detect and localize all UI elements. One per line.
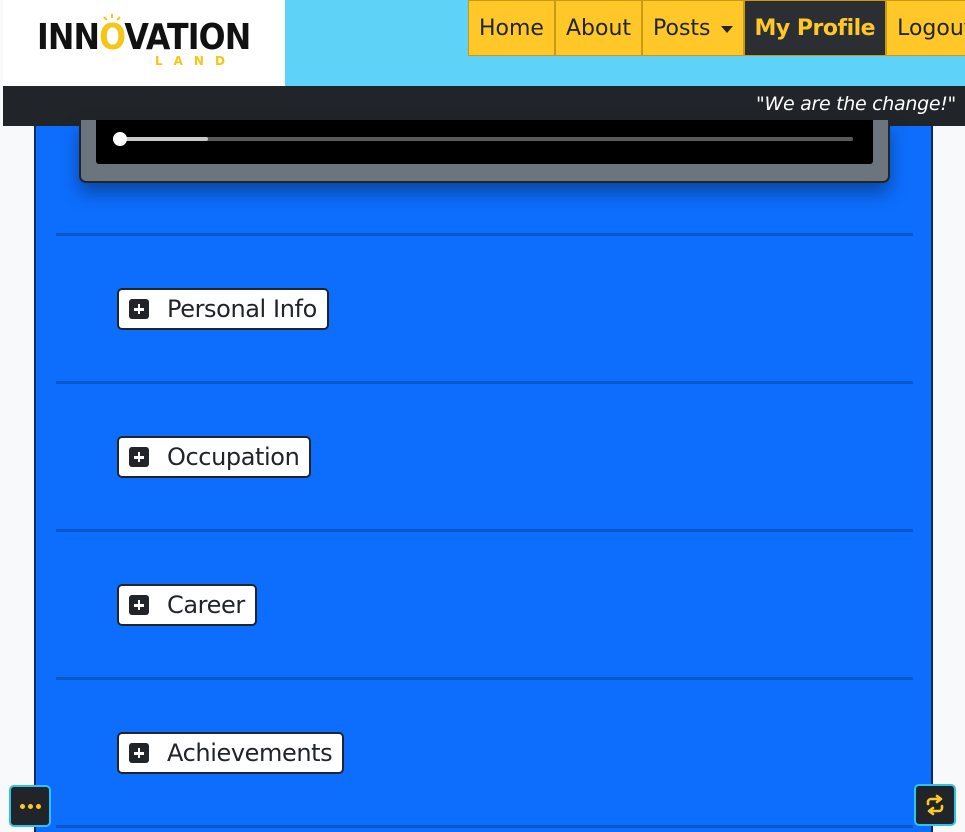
plus-square-icon <box>129 595 149 615</box>
section-label: Career <box>167 591 245 619</box>
occupation-toggle[interactable]: Occupation <box>117 436 312 478</box>
section-divider <box>56 529 913 532</box>
logo-wordmark: INNOVATION <box>37 17 251 58</box>
nav-home[interactable]: Home <box>468 0 555 56</box>
more-options-button[interactable] <box>9 785 51 827</box>
video-screen[interactable] <box>96 120 873 164</box>
plus-square-icon <box>129 447 149 467</box>
nav-label: About <box>565 15 632 41</box>
section-divider <box>56 825 913 828</box>
career-toggle[interactable]: Career <box>117 584 257 626</box>
caret-down-icon <box>720 25 733 33</box>
plus-square-icon <box>129 743 149 763</box>
main-nav: Home About Posts My Profile Logout <box>468 0 965 56</box>
section-label: Achievements <box>167 739 333 767</box>
nav-posts-dropdown[interactable]: Posts <box>642 0 744 56</box>
logo-subtext: LAND <box>155 54 236 68</box>
bulb-letter: O <box>99 17 125 58</box>
video-progress-thumb[interactable] <box>113 132 127 146</box>
video-progress-bar[interactable] <box>113 132 853 146</box>
ellipsis-icon <box>19 803 41 809</box>
video-progress-fill <box>120 137 208 141</box>
nav-label: Home <box>479 15 544 41</box>
tagline: "We are the change!" <box>756 93 956 115</box>
nav-logout[interactable]: Logout <box>886 0 965 56</box>
repeat-icon <box>926 794 944 816</box>
logo[interactable]: INNOVATION LAND <box>3 0 285 86</box>
section-divider <box>56 381 913 384</box>
video-player <box>79 120 890 183</box>
profile-panel: Personal Info Occupation Career Achievem… <box>34 120 933 832</box>
section-divider <box>56 677 913 680</box>
personal-info-toggle[interactable]: Personal Info <box>117 288 329 330</box>
achievements-toggle[interactable]: Achievements <box>117 732 345 774</box>
toggle-view-button[interactable] <box>914 784 956 826</box>
section-divider <box>56 233 913 236</box>
site-header: INNOVATION LAND Home About Posts My Prof… <box>0 0 965 86</box>
section-label: Occupation <box>167 443 300 471</box>
nav-my-profile[interactable]: My Profile <box>743 0 887 56</box>
section-label: Personal Info <box>167 295 317 323</box>
nav-label: My Profile <box>754 15 876 41</box>
plus-square-icon <box>129 299 149 319</box>
nav-about[interactable]: About <box>554 0 643 56</box>
nav-label: Posts <box>653 15 711 41</box>
nav-label: Logout <box>897 15 965 41</box>
